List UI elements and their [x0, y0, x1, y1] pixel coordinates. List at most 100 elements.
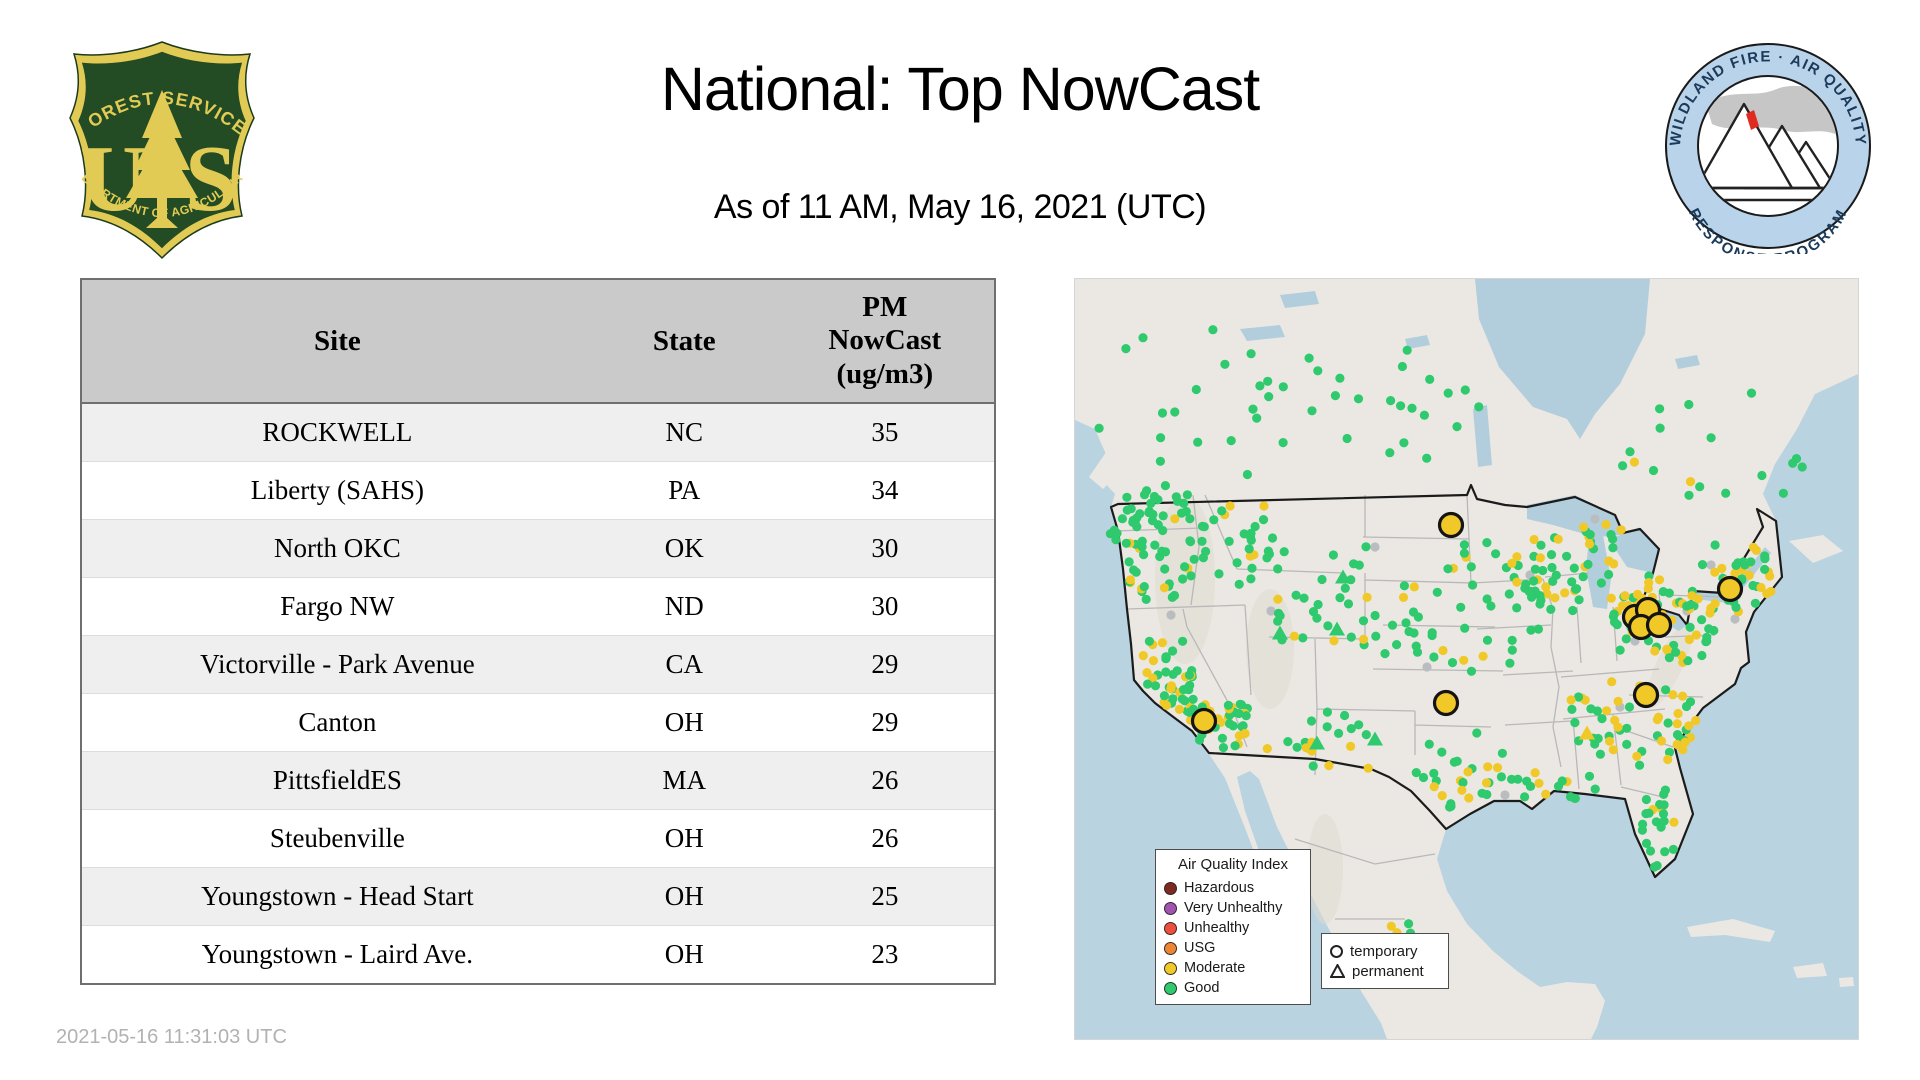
monitor-dot: [1659, 800, 1669, 810]
monitor-dot: [1236, 700, 1246, 710]
monitor-dot: [1197, 536, 1207, 546]
monitor-dot: [1180, 562, 1190, 572]
monitor-dot: [1731, 560, 1741, 570]
value-cell: 29: [775, 635, 995, 694]
value-cell: 35: [775, 402, 995, 462]
monitor-dot: [1512, 603, 1522, 613]
monitor-dot: [1317, 574, 1327, 585]
table-row: North OKC OK 30: [81, 519, 995, 578]
marker-legend-label: temporary: [1350, 942, 1418, 960]
aqi-color-dot-icon: [1164, 941, 1177, 955]
marker-legend-item: permanent: [1330, 961, 1440, 981]
monitor-dot: [1546, 604, 1556, 614]
monitor-dot: [1547, 562, 1557, 573]
monitor-dot: [1756, 582, 1766, 593]
monitor-dot: [1682, 601, 1692, 611]
monitor-dot: [1568, 605, 1578, 616]
monitor-dot: [1198, 553, 1208, 563]
monitor-dot: [1158, 511, 1168, 521]
monitor-dot: [1172, 666, 1182, 676]
monitor-dot: [1380, 649, 1390, 659]
site-cell: Canton: [81, 693, 593, 752]
monitor-dot: [1709, 625, 1719, 636]
permanent-triangle-icon: [1330, 964, 1345, 978]
monitor-dot: [1629, 457, 1639, 467]
value-cell: 29: [775, 693, 995, 752]
monitor-dot: [1684, 490, 1694, 500]
monitor-dot: [1386, 396, 1396, 406]
monitor-dot: [1137, 542, 1147, 552]
monitor-dot: [1613, 696, 1623, 706]
monitor-dot: [1655, 423, 1665, 433]
header-site: Site: [81, 279, 593, 404]
monitor-dot: [1189, 554, 1199, 564]
monitor-dot: [1681, 701, 1692, 712]
site-cell: North OKC: [81, 519, 593, 578]
monitor-dot: [1497, 748, 1507, 758]
monitor-dot: [1208, 325, 1218, 335]
monitor-dot: [1157, 638, 1167, 648]
monitor-dot: [1446, 801, 1456, 812]
monitor-dot: [1608, 543, 1618, 553]
monitor-dot: [1684, 634, 1694, 645]
monitor-dot: [1121, 538, 1131, 548]
monitor-dot: [1655, 404, 1665, 414]
monitor-dot: [1609, 609, 1619, 619]
monitor-dot: [1234, 579, 1244, 589]
monitor-dot: [1143, 679, 1153, 689]
monitor-dot: [1353, 394, 1364, 404]
aqi-color-dot-icon: [1164, 921, 1177, 935]
monitor-dot: [1478, 651, 1488, 661]
monitor-dot: [1262, 744, 1272, 754]
monitor-dot: [1482, 789, 1492, 800]
monitor-dot: [1512, 577, 1522, 587]
monitor-dot: [1275, 611, 1285, 621]
monitor-dot: [1660, 847, 1670, 857]
monitor-dot: [1562, 551, 1572, 561]
monitor-dot: [1466, 666, 1477, 676]
monitor-dot: [1524, 587, 1534, 597]
state-cell: MA: [592, 751, 776, 810]
monitor-dot: [1553, 534, 1563, 544]
monitor-dot: [1507, 558, 1517, 568]
temporary-monitor-marker: [1432, 689, 1460, 717]
aqi-legend-label: Good: [1184, 979, 1220, 996]
header-pm-nowcast: PM NowCast (ug/m3): [775, 279, 995, 404]
value-cell: 25: [775, 867, 995, 926]
state-cell: OH: [592, 693, 776, 752]
monitor-dot: [1138, 651, 1148, 661]
monitor-dot: [1335, 593, 1345, 603]
monitor-dot: [1398, 592, 1409, 602]
monitor-dot: [1170, 407, 1180, 417]
monitor-dot: [1622, 739, 1632, 749]
monitor-dot: [1663, 718, 1673, 728]
monitor-dot: [1363, 763, 1373, 773]
monitor-dot: [1094, 423, 1104, 433]
monitor-dot: [1184, 670, 1195, 680]
monitor-dot: [1329, 636, 1339, 646]
monitor-dot: [1697, 560, 1708, 570]
page-subtitle: As of 11 AM, May 16, 2021 (UTC): [713, 188, 1207, 226]
state-cell: NC: [592, 402, 776, 462]
monitor-dot: [1664, 653, 1674, 663]
monitor-dot: [1188, 694, 1198, 704]
monitor-dot: [1307, 406, 1317, 416]
table-row: Liberty (SAHS) PA 34: [81, 461, 995, 520]
monitor-dot: [1645, 846, 1656, 856]
monitor-dot: [1185, 514, 1195, 524]
monitor-dot: [1109, 525, 1119, 535]
aqi-legend-item: Very Unhealthy: [1164, 898, 1302, 918]
monitor-dot: [1661, 685, 1671, 695]
monitor-dot: [1437, 747, 1447, 757]
monitor-dot: [1595, 749, 1605, 759]
site-cell: Liberty (SAHS): [81, 461, 593, 520]
monitor-dot: [1169, 590, 1180, 601]
aqi-legend-label: USG: [1184, 939, 1216, 956]
monitor-dot: [1530, 564, 1540, 574]
monitor-dot: [1496, 772, 1506, 782]
monitor-dot: [1654, 575, 1665, 585]
monitor-dot: [1401, 618, 1411, 628]
monitor-dot: [1387, 620, 1398, 630]
monitor-dot: [1279, 547, 1289, 557]
monitor-dot: [1541, 789, 1551, 799]
